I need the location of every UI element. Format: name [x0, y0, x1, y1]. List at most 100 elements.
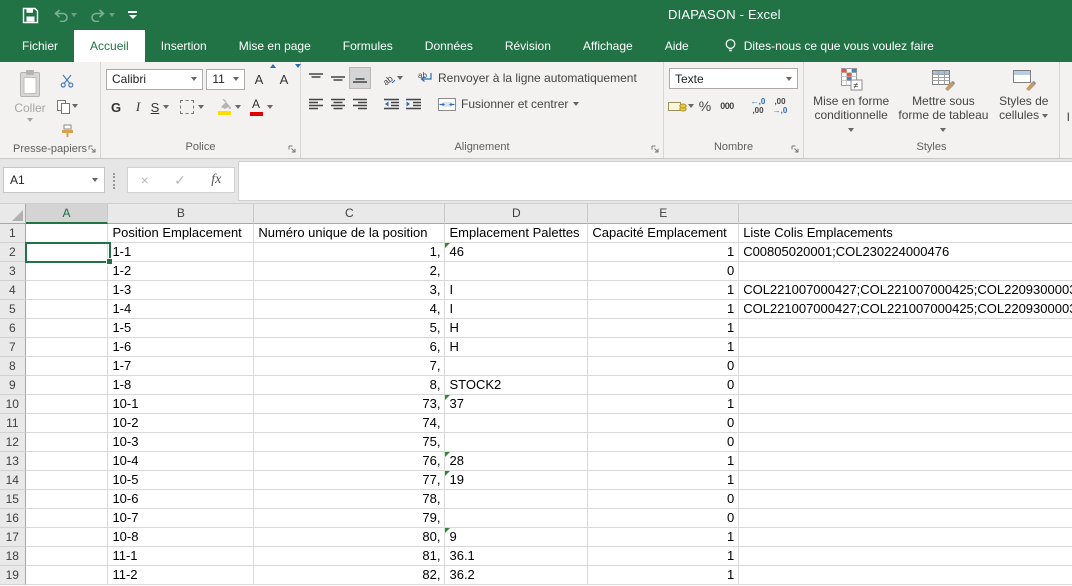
cell-A10[interactable]: [26, 395, 109, 414]
cell-F2[interactable]: C00805020001;COL230224000476: [739, 243, 1072, 262]
insert-function-icon[interactable]: fx: [211, 172, 221, 188]
cell-A5[interactable]: [26, 300, 109, 319]
enter-icon[interactable]: ✓: [174, 172, 186, 189]
row-header-2[interactable]: 2: [0, 243, 26, 262]
row-header-15[interactable]: 15: [0, 490, 26, 509]
tab-accueil[interactable]: Accueil: [74, 30, 145, 62]
alignment-dialog-launcher-icon[interactable]: [651, 145, 660, 154]
cell-A1[interactable]: [26, 224, 109, 243]
cell-C15[interactable]: 78,: [254, 490, 445, 509]
cell-B19[interactable]: 11-2: [108, 566, 254, 585]
cell-A11[interactable]: [26, 414, 109, 433]
row-header-1[interactable]: 1: [0, 224, 26, 243]
row-header-12[interactable]: 12: [0, 433, 26, 452]
cell-F8[interactable]: [739, 357, 1072, 376]
cell-C2[interactable]: 1,: [254, 243, 445, 262]
format-painter-icon[interactable]: [56, 120, 78, 142]
cell-A16[interactable]: [26, 509, 109, 528]
conditional-formatting-button[interactable]: ≠ Mise en forme conditionnelle: [808, 65, 894, 140]
cell-B7[interactable]: 1-6: [108, 338, 254, 357]
cell-C8[interactable]: 7,: [254, 357, 445, 376]
cell-D12[interactable]: [445, 433, 588, 452]
cell-E8[interactable]: 0: [588, 357, 739, 376]
cell-B16[interactable]: 10-7: [108, 509, 254, 528]
font-color-dropdown-icon[interactable]: [267, 105, 273, 109]
cell-A8[interactable]: [26, 357, 109, 376]
cell-A19[interactable]: [26, 566, 109, 585]
align-left-icon[interactable]: [305, 93, 327, 115]
italic-button[interactable]: I: [127, 96, 149, 118]
cell-C9[interactable]: 8,: [254, 376, 445, 395]
formula-input[interactable]: [238, 161, 1072, 201]
cell-D13[interactable]: 28: [445, 452, 588, 471]
cell-C10[interactable]: 73,: [254, 395, 445, 414]
grow-font-icon[interactable]: A: [248, 68, 270, 90]
cell-E3[interactable]: 0: [588, 262, 739, 281]
row-header-17[interactable]: 17: [0, 528, 26, 547]
cell-A4[interactable]: [26, 281, 109, 300]
cell-D4[interactable]: I: [445, 281, 588, 300]
cell-B13[interactable]: 10-4: [108, 452, 254, 471]
cell-A12[interactable]: [26, 433, 109, 452]
undo-icon[interactable]: [52, 9, 77, 22]
tab-r-vision[interactable]: Révision: [489, 30, 567, 62]
cell-C17[interactable]: 80,: [254, 528, 445, 547]
name-box-dropdown-icon[interactable]: [92, 178, 98, 182]
cell-C4[interactable]: 3,: [254, 281, 445, 300]
cell-E7[interactable]: 1: [588, 338, 739, 357]
cell-B14[interactable]: 10-5: [108, 471, 254, 490]
row-header-4[interactable]: 4: [0, 281, 26, 300]
decrease-indent-icon[interactable]: [380, 93, 402, 115]
cell-A13[interactable]: [26, 452, 109, 471]
cell-B10[interactable]: 10-1: [108, 395, 254, 414]
cell-B18[interactable]: 11-1: [108, 547, 254, 566]
cell-D2[interactable]: 46: [445, 243, 588, 262]
copy-icon[interactable]: [56, 95, 78, 117]
merge-dropdown-icon[interactable]: [573, 102, 579, 106]
cell-F13[interactable]: [739, 452, 1072, 471]
row-header-19[interactable]: 19: [0, 566, 26, 585]
increase-decimal-icon[interactable]: ←,0,00: [747, 95, 769, 117]
row-header-10[interactable]: 10: [0, 395, 26, 414]
row-header-9[interactable]: 9: [0, 376, 26, 395]
paste-dropdown-icon[interactable]: [27, 118, 33, 122]
cell-B8[interactable]: 1-7: [108, 357, 254, 376]
cell-B4[interactable]: 1-3: [108, 281, 254, 300]
cell-F6[interactable]: [739, 319, 1072, 338]
cell-A9[interactable]: [26, 376, 109, 395]
cell-D16[interactable]: [445, 509, 588, 528]
row-header-14[interactable]: 14: [0, 471, 26, 490]
cell-B15[interactable]: 10-6: [108, 490, 254, 509]
cell-A2[interactable]: [26, 243, 109, 262]
row-header-8[interactable]: 8: [0, 357, 26, 376]
cell-E4[interactable]: 1: [588, 281, 739, 300]
cell-D14[interactable]: 19: [445, 471, 588, 490]
cell-B6[interactable]: 1-5: [108, 319, 254, 338]
cell-D17[interactable]: 9: [445, 528, 588, 547]
select-all-corner[interactable]: [0, 204, 26, 224]
row-header-16[interactable]: 16: [0, 509, 26, 528]
column-header-D[interactable]: D: [445, 204, 588, 224]
underline-button[interactable]: S: [149, 96, 171, 118]
cell-F3[interactable]: [739, 262, 1072, 281]
cell-B9[interactable]: 1-8: [108, 376, 254, 395]
cell-D10[interactable]: 37: [445, 395, 588, 414]
cell-E11[interactable]: 0: [588, 414, 739, 433]
cell-C18[interactable]: 81,: [254, 547, 445, 566]
row-header-7[interactable]: 7: [0, 338, 26, 357]
row-header-3[interactable]: 3: [0, 262, 26, 281]
number-dialog-launcher-icon[interactable]: [791, 145, 800, 154]
tab-donn-es[interactable]: Données: [409, 30, 489, 62]
cell-F9[interactable]: [739, 376, 1072, 395]
column-header-B[interactable]: B: [108, 204, 254, 224]
font-dialog-launcher-icon[interactable]: [288, 145, 297, 154]
row-header-5[interactable]: 5: [0, 300, 26, 319]
tell-me-box[interactable]: Dites-nous ce que vous voulez faire: [723, 30, 934, 62]
clipboard-dialog-launcher-icon[interactable]: [88, 145, 97, 154]
cell-F14[interactable]: [739, 471, 1072, 490]
cell-F19[interactable]: [739, 566, 1072, 585]
cell-E5[interactable]: 1: [588, 300, 739, 319]
fill-color-dropdown-icon[interactable]: [235, 105, 241, 109]
column-header-A[interactable]: A: [26, 204, 109, 224]
tab-formules[interactable]: Formules: [327, 30, 409, 62]
